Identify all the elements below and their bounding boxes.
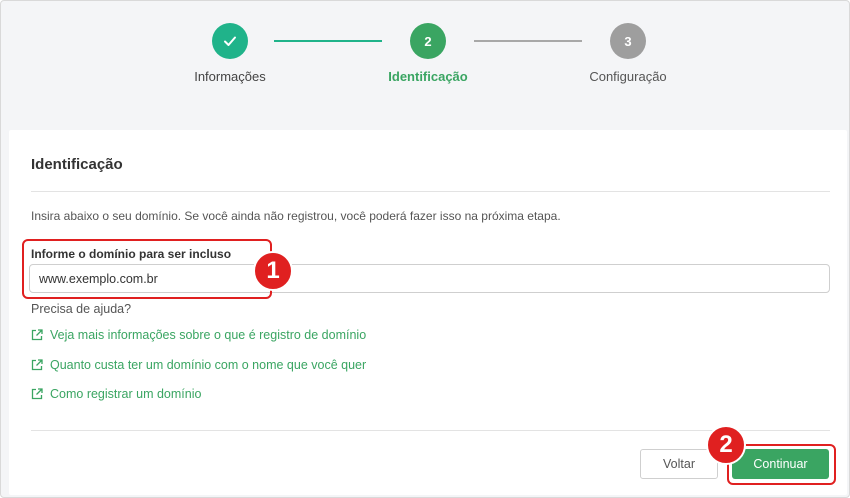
check-icon <box>224 36 236 46</box>
step-3-number: 3 <box>624 33 632 49</box>
external-link-icon <box>31 359 43 371</box>
title-divider <box>31 191 830 192</box>
step-1-label: Informações <box>194 69 266 84</box>
card-title: Identificação <box>31 156 123 173</box>
link-domain-registration-info[interactable]: Veja mais informações sobre o que é regi… <box>31 328 366 342</box>
step-3-label: Configuração <box>589 69 667 84</box>
step-connector-2 <box>474 40 582 42</box>
help-heading: Precisa de ajuda? <box>31 302 132 316</box>
link-how-to-register[interactable]: Como registrar um domínio <box>31 387 201 401</box>
external-link-icon <box>31 388 43 400</box>
link-label: Veja mais informações sobre o que é regi… <box>50 328 367 342</box>
external-link-icon <box>31 329 43 341</box>
app-frame: Informações 2 Identificação 3 Configuraç… <box>0 0 850 498</box>
link-label: Como registrar um domínio <box>50 387 202 401</box>
step-2-active[interactable]: 2 <box>410 23 446 59</box>
step-2-number: 2 <box>424 33 432 49</box>
step-2-label: Identificação <box>388 69 468 84</box>
link-label: Quanto custa ter um domínio com o nome q… <box>50 358 367 372</box>
highlight-domain-field <box>22 239 272 299</box>
progress-stepper: Informações 2 Identificação 3 Configuraç… <box>1 1 850 129</box>
annotation-badge-1: 1 <box>253 251 293 291</box>
back-button[interactable]: Voltar <box>640 449 718 479</box>
step-1-completed[interactable] <box>212 23 248 59</box>
step-3-pending[interactable]: 3 <box>610 23 646 59</box>
card-description: Insira abaixo o seu domínio. Se você ain… <box>31 209 561 223</box>
annotation-badge-2: 2 <box>706 425 746 465</box>
step-connector-1 <box>274 40 382 42</box>
link-domain-cost[interactable]: Quanto custa ter um domínio com o nome q… <box>31 358 366 372</box>
